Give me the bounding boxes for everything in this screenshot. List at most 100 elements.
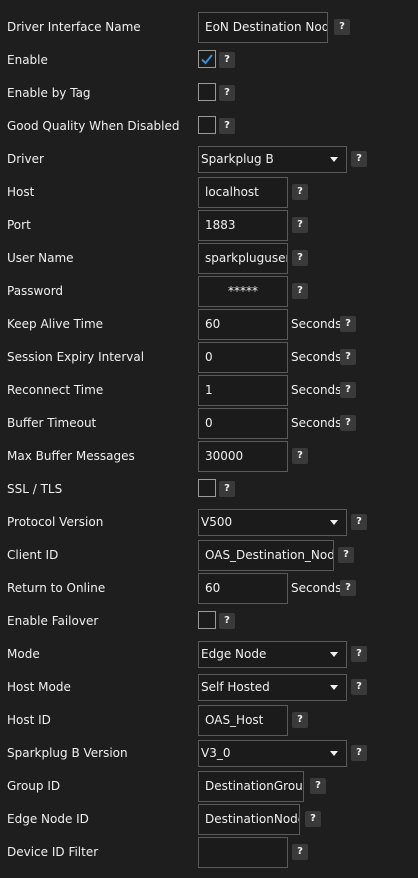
return-to-online-input[interactable]: 60 [198,573,288,604]
device-id-filter-label: Device ID Filter [7,845,99,859]
mode-help-icon[interactable]: ? [351,646,367,662]
mode-label: Mode [7,647,40,661]
enable-by-tag-label: Enable by Tag [7,86,91,100]
row-user-name: User Name sparkpluguser ? [0,242,418,275]
return-to-online-help-icon[interactable]: ? [340,580,356,596]
keep-alive-time-help-icon[interactable]: ? [340,316,356,332]
reconnect-time-help-icon[interactable]: ? [340,382,356,398]
row-host-id: Host ID OAS_Host ? [0,704,418,737]
mode-select-value: Edge Node [201,647,267,661]
protocol-version-label: Protocol Version [7,515,104,529]
keep-alive-time-unit: Seconds [291,317,342,331]
group-id-input[interactable]: DestinationGroup [198,771,304,802]
user-name-input[interactable]: sparkpluguser [198,243,288,274]
row-edge-node-id: Edge Node ID DestinationNode ? [0,803,418,836]
row-max-buffer-messages: Max Buffer Messages 30000 ? [0,440,418,473]
host-id-help-icon[interactable]: ? [292,712,308,728]
session-expiry-interval-unit: Seconds [291,350,342,364]
row-host-mode: Host Mode Self Hosted ? [0,671,418,704]
driver-select[interactable]: Sparkplug B [198,146,347,173]
sparkplug-b-version-help-icon[interactable]: ? [351,745,367,761]
row-buffer-timeout: Buffer Timeout 0 Seconds ? [0,407,418,440]
chevron-down-icon [330,520,338,525]
enable-by-tag-checkbox[interactable] [198,83,216,101]
protocol-version-select[interactable]: V500 [198,509,347,536]
chevron-down-icon [330,751,338,756]
row-session-expiry-interval: Session Expiry Interval 0 Seconds ? [0,341,418,374]
return-to-online-unit: Seconds [291,581,342,595]
ssl-tls-help-icon[interactable]: ? [219,481,235,497]
session-expiry-interval-help-icon[interactable]: ? [340,349,356,365]
host-id-input[interactable]: OAS_Host [198,705,288,736]
client-id-label: Client ID [7,548,59,562]
client-id-input[interactable]: OAS_Destination_Node [198,540,334,571]
host-mode-select-value: Self Hosted [201,680,270,694]
enable-failover-help-icon[interactable]: ? [219,613,235,629]
port-help-icon[interactable]: ? [292,217,308,233]
driver-help-icon[interactable]: ? [351,151,367,167]
password-help-icon[interactable]: ? [292,283,308,299]
ssl-tls-label: SSL / TLS [7,482,63,496]
host-input[interactable]: localhost [198,177,288,208]
max-buffer-messages-input[interactable]: 30000 [198,441,288,472]
row-port: Port 1883 ? [0,209,418,242]
port-label: Port [7,218,31,232]
checkmark-icon [201,54,213,65]
ssl-tls-checkbox[interactable] [198,479,216,497]
keep-alive-time-label: Keep Alive Time [7,317,104,331]
good-quality-when-disabled-checkbox[interactable] [198,116,216,134]
row-sparkplug-b-version: Sparkplug B Version V3_0 ? [0,737,418,770]
reconnect-time-label: Reconnect Time [7,383,104,397]
driver-label: Driver [7,152,44,166]
chevron-down-icon [330,157,338,162]
driver-interface-name-help-icon[interactable]: ? [334,19,350,35]
group-id-help-icon[interactable]: ? [310,778,326,794]
edge-node-id-input[interactable]: DestinationNode [198,804,300,835]
device-id-filter-help-icon[interactable]: ? [292,844,308,860]
reconnect-time-input[interactable]: 1 [198,375,288,406]
enable-failover-label: Enable Failover [7,614,99,628]
row-client-id: Client ID OAS_Destination_Node ? [0,539,418,572]
enable-by-tag-help-icon[interactable]: ? [219,85,235,101]
user-name-help-icon[interactable]: ? [292,250,308,266]
driver-select-value: Sparkplug B [201,152,274,166]
host-mode-help-icon[interactable]: ? [351,679,367,695]
sparkplug-b-version-label: Sparkplug B Version [7,746,128,760]
row-mode: Mode Edge Node ? [0,638,418,671]
row-password: Password ***** ? [0,275,418,308]
client-id-help-icon[interactable]: ? [338,547,354,563]
protocol-version-select-value: V500 [201,515,233,529]
return-to-online-label: Return to Online [7,581,106,595]
enable-help-icon[interactable]: ? [219,52,235,68]
host-help-icon[interactable]: ? [292,184,308,200]
mode-select[interactable]: Edge Node [198,641,347,668]
enable-failover-checkbox[interactable] [198,611,216,629]
device-id-filter-input[interactable] [198,837,288,868]
keep-alive-time-input[interactable]: 60 [198,309,288,340]
edge-node-id-help-icon[interactable]: ? [305,811,321,827]
reconnect-time-unit: Seconds [291,383,342,397]
host-label: Host [7,185,35,199]
buffer-timeout-input[interactable]: 0 [198,408,288,439]
host-mode-select[interactable]: Self Hosted [198,674,347,701]
buffer-timeout-help-icon[interactable]: ? [340,415,356,431]
password-input[interactable]: ***** [198,276,288,307]
session-expiry-interval-input[interactable]: 0 [198,342,288,373]
max-buffer-messages-help-icon[interactable]: ? [292,448,308,464]
good-quality-when-disabled-help-icon[interactable]: ? [219,118,235,134]
row-driver: Driver Sparkplug B ? [0,143,418,176]
row-keep-alive-time: Keep Alive Time 60 Seconds ? [0,308,418,341]
driver-interface-name-input[interactable]: EoN Destination Node [198,12,328,43]
protocol-version-help-icon[interactable]: ? [351,514,367,530]
row-driver-interface-name: Driver Interface Name EoN Destination No… [0,11,418,44]
session-expiry-interval-label: Session Expiry Interval [7,350,145,364]
group-id-label: Group ID [7,779,61,793]
enable-checkbox[interactable] [198,50,216,68]
port-input[interactable]: 1883 [198,210,288,241]
chevron-down-icon [330,652,338,657]
host-id-label: Host ID [7,713,51,727]
row-ssl-tls: SSL / TLS ? [0,473,418,506]
sparkplug-b-version-select[interactable]: V3_0 [198,740,347,767]
row-protocol-version: Protocol Version V500 ? [0,506,418,539]
row-reconnect-time: Reconnect Time 1 Seconds ? [0,374,418,407]
